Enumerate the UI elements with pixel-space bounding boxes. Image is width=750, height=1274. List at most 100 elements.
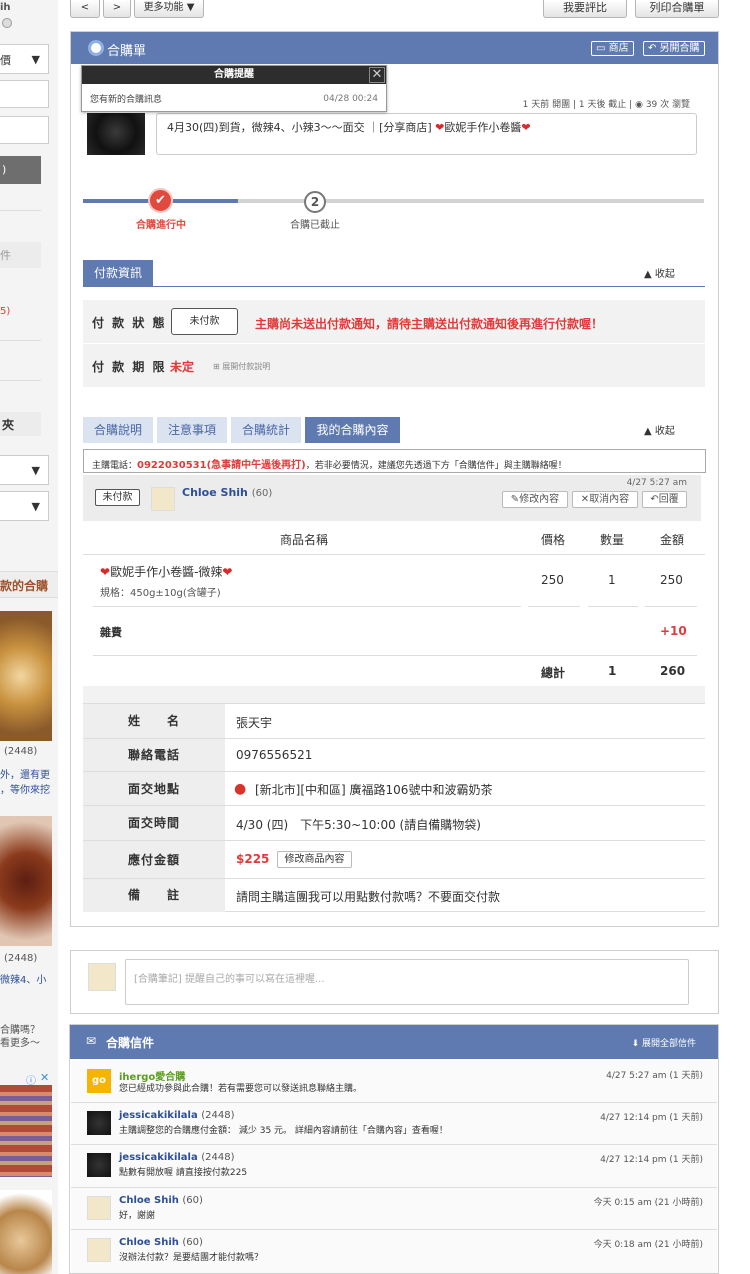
mail-sender[interactable]: jessicakikilala (2448): [119, 1110, 234, 1121]
item-price: 250: [541, 573, 564, 587]
edit-items-button[interactable]: 修改商品內容: [277, 851, 352, 868]
mail-item[interactable]: go ihergo愛合購 您已經成功參與此合購！若有需要您可以發送訊息聯絡主購。 4…: [71, 1061, 717, 1103]
sidebar-item-file[interactable]: 件: [0, 242, 41, 268]
meta-deadline: 1 天後 截止: [578, 100, 627, 110]
mail-sender[interactable]: jessicakikilala (2448): [119, 1152, 234, 1163]
buyer-note: 請問主購這團我可以用點數付款嗎？不要面交付款: [236, 890, 501, 904]
sidebar-select-2[interactable]: ▼: [0, 455, 49, 485]
user-avatar[interactable]: [151, 487, 175, 511]
mail-section: ✉ 合購信件 ⬇ 展開全部信件 go ihergo愛合購 您已經成功參與此合購！若…: [69, 1024, 719, 1274]
product-thumbnail[interactable]: [0, 816, 52, 946]
edit-order-button[interactable]: ✎修改內容: [502, 491, 568, 508]
description-shop[interactable]: 歐妮手作小卷醬: [444, 121, 521, 134]
meta-views: 39 次 瀏覽: [645, 100, 690, 110]
expand-all-mail[interactable]: ⬇ 展開全部信件: [632, 1036, 696, 1049]
sidebar-item-file-label: 件: [0, 249, 11, 262]
mail-message: 點數有開放喔 請直接按付款225: [119, 1168, 248, 1178]
compare-button[interactable]: 我要評比: [543, 0, 627, 18]
tab-my-order[interactable]: 我的合購內容: [305, 417, 400, 443]
user-avatar[interactable]: [87, 1153, 111, 1177]
sidebar-folder[interactable]: 夾: [0, 412, 41, 436]
heart-icon: ❤: [222, 565, 233, 579]
more-functions-button[interactable]: 更多功能 ▼: [134, 0, 204, 18]
host-avatar[interactable]: [87, 113, 145, 155]
ad-image[interactable]: [0, 1190, 52, 1274]
sidebar-input-1[interactable]: [0, 80, 49, 108]
cancel-order-button[interactable]: ✕取消內容: [572, 491, 638, 508]
cancel-order-label: 取消內容: [589, 494, 630, 505]
product-desc[interactable]: ，等你來挖: [0, 781, 50, 796]
mail-sender[interactable]: Chloe Shih (60): [119, 1195, 203, 1206]
mail-item[interactable]: Chloe Shih (60) 沒辦法付款？是要結團才能付款嗎？ 今天 0:18 a…: [71, 1230, 717, 1273]
close-icon[interactable]: ✕: [369, 67, 385, 83]
item-qty: 1: [608, 573, 616, 587]
mail-item[interactable]: Chloe Shih (60) 好，謝謝 今天 0:15 am (21 小時前): [71, 1188, 717, 1230]
mail-item[interactable]: jessicakikilala (2448) 點數有開放喔 請直接按付款225 4/…: [71, 1145, 717, 1188]
user-avatar[interactable]: [87, 1111, 111, 1135]
tab-group-description[interactable]: 合購說明: [83, 417, 153, 443]
open-new-button[interactable]: ↶ 另開合購: [643, 41, 705, 56]
divider: [83, 286, 705, 287]
reply-button[interactable]: ↶回覆: [642, 491, 687, 508]
product-thumbnail[interactable]: [0, 611, 52, 741]
print-order-button[interactable]: 列印合購單: [635, 0, 719, 18]
product-desc[interactable]: 微辣4、小: [0, 971, 46, 986]
tab-payment-info[interactable]: 付款資訊: [83, 260, 153, 286]
mail-sender-name: jessicakikilala: [119, 1110, 198, 1121]
mail-item[interactable]: jessicakikilala (2448) 主購調整您的合購應付金額： 減少 3…: [71, 1103, 717, 1145]
tab-notes[interactable]: 注意事項: [157, 417, 227, 443]
sidebar-input-2[interactable]: [0, 116, 49, 144]
caret-down-icon: ▼: [183, 2, 195, 13]
expand-payment-info-label: 展開付款說明: [222, 362, 271, 371]
buyer-place-row: 面交地點 ● [新北市][中和區] 廣福路106號中和波霸奶茶: [83, 771, 705, 806]
sidebar-select-1[interactable]: 價 ▼: [0, 44, 49, 74]
ad-close-icon[interactable]: ✕: [40, 1071, 49, 1084]
panel-title: 合購單: [107, 44, 147, 59]
panel-header: 合購單 ▭ 商店 ↶ 另開合購: [71, 32, 718, 64]
note-input[interactable]: [合購筆記] 提醒自己的事可以寫在這裡喔...: [125, 959, 689, 1005]
user-avatar[interactable]: [87, 1238, 111, 1262]
mail-sender[interactable]: Chloe Shih (60): [119, 1237, 203, 1248]
open-new-button-label: 另開合購: [659, 43, 700, 54]
unpaid-status-button[interactable]: 未付款: [171, 308, 238, 335]
order-icon: [88, 40, 104, 56]
divider: [83, 554, 705, 555]
payment-deadline-value: 未定: [170, 360, 195, 374]
buyer-phone-row: 聯絡電話 0976556521: [83, 738, 705, 772]
popup-message[interactable]: 您有新的合購訊息: [90, 92, 162, 105]
buyer-place-label: 面交地點: [83, 772, 225, 806]
tab-statistics[interactable]: 合購統計: [231, 417, 301, 443]
sidebar-select-3[interactable]: ▼: [0, 491, 49, 521]
divider: [0, 380, 41, 381]
heart-icon: ❤: [521, 121, 531, 134]
step-1-label: 合購進行中: [136, 220, 186, 231]
buyer-pay-row: 應付金額 $225 修改商品內容: [83, 840, 705, 879]
mail-message: 您已經成功參與此合購！若有需要您可以發送訊息聯絡主購。: [119, 1084, 363, 1094]
buyer-phone-label: 聯絡電話: [83, 739, 225, 772]
mail-message: 主購調整您的合購應付金額： 減少 35 元。 詳細內容請前往「合購內容」查看喔！: [119, 1126, 448, 1136]
mail-icon: ✉: [86, 1034, 97, 1048]
chevron-down-icon: ▼: [31, 464, 40, 477]
buyer-time-label: 面交時間: [83, 806, 225, 841]
prev-button[interactable]: <: [70, 0, 100, 18]
divider: [588, 606, 638, 607]
sidebar-menu-active[interactable]: ): [0, 156, 41, 184]
next-button[interactable]: >: [103, 0, 131, 18]
buyer-name-label: 姓 名: [83, 704, 225, 739]
total-qty: 1: [608, 664, 617, 678]
divider: [645, 606, 697, 607]
user-avatar[interactable]: [87, 1196, 111, 1220]
ad-image[interactable]: [0, 1085, 52, 1177]
expand-payment-info-link[interactable]: ⊞ 展開付款說明: [213, 361, 270, 372]
sidebar-group-title: 款的合購: [0, 571, 58, 598]
collapse-payment[interactable]: ▲ 收起: [644, 265, 675, 280]
collapse-tabs[interactable]: ▲ 收起: [644, 422, 675, 437]
buyer-time: 4/30 (四) 下午5:30~10:00 (請自備購物袋): [236, 818, 481, 832]
product-count: (2448): [4, 746, 38, 757]
popup-time: 04/28 00:24: [323, 94, 378, 104]
order-user-name[interactable]: Chloe Shih (60): [182, 486, 272, 499]
reply-arrow-icon: ↶: [648, 43, 660, 54]
col-amount: 金額: [660, 533, 685, 547]
shop-button[interactable]: ▭ 商店: [591, 41, 634, 56]
product-desc[interactable]: 外，還有更: [0, 766, 50, 781]
